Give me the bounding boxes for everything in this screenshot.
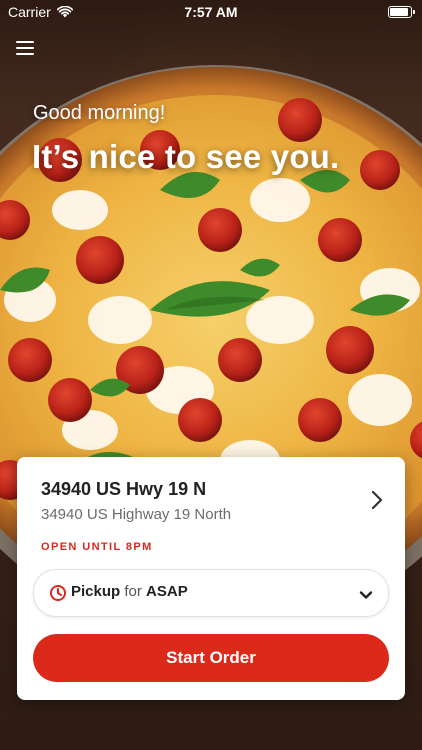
location-address: 34940 US Highway 19 North bbox=[41, 506, 232, 523]
order-card: 34940 US Hwy 19 N 34940 US Highway 19 No… bbox=[17, 457, 405, 700]
order-mode-connector: for bbox=[124, 583, 142, 600]
order-time-value: ASAP bbox=[146, 583, 188, 600]
battery-level bbox=[390, 8, 409, 16]
order-mode-value: Pickup bbox=[71, 583, 121, 600]
order-mode-select[interactable]: Pickup for ASAP bbox=[33, 569, 389, 617]
welcome-headline: It’s nice to see you. bbox=[32, 138, 340, 175]
chevron-right-icon[interactable] bbox=[369, 489, 385, 511]
hamburger-menu-icon[interactable] bbox=[14, 38, 36, 58]
status-bar: Carrier 7:57 AM bbox=[0, 0, 422, 24]
location-name[interactable]: 34940 US Hwy 19 N bbox=[41, 479, 206, 500]
start-order-button[interactable]: Start Order bbox=[33, 634, 389, 682]
store-hours-status: OPEN UNTIL 8PM bbox=[41, 541, 153, 553]
battery-icon bbox=[388, 6, 415, 18]
status-time: 7:57 AM bbox=[184, 4, 238, 20]
clock-icon bbox=[49, 584, 67, 602]
greeting-text: Good morning! bbox=[33, 102, 166, 124]
chevron-down-icon bbox=[359, 587, 373, 599]
order-mode-text: Pickup for ASAP bbox=[71, 583, 188, 600]
